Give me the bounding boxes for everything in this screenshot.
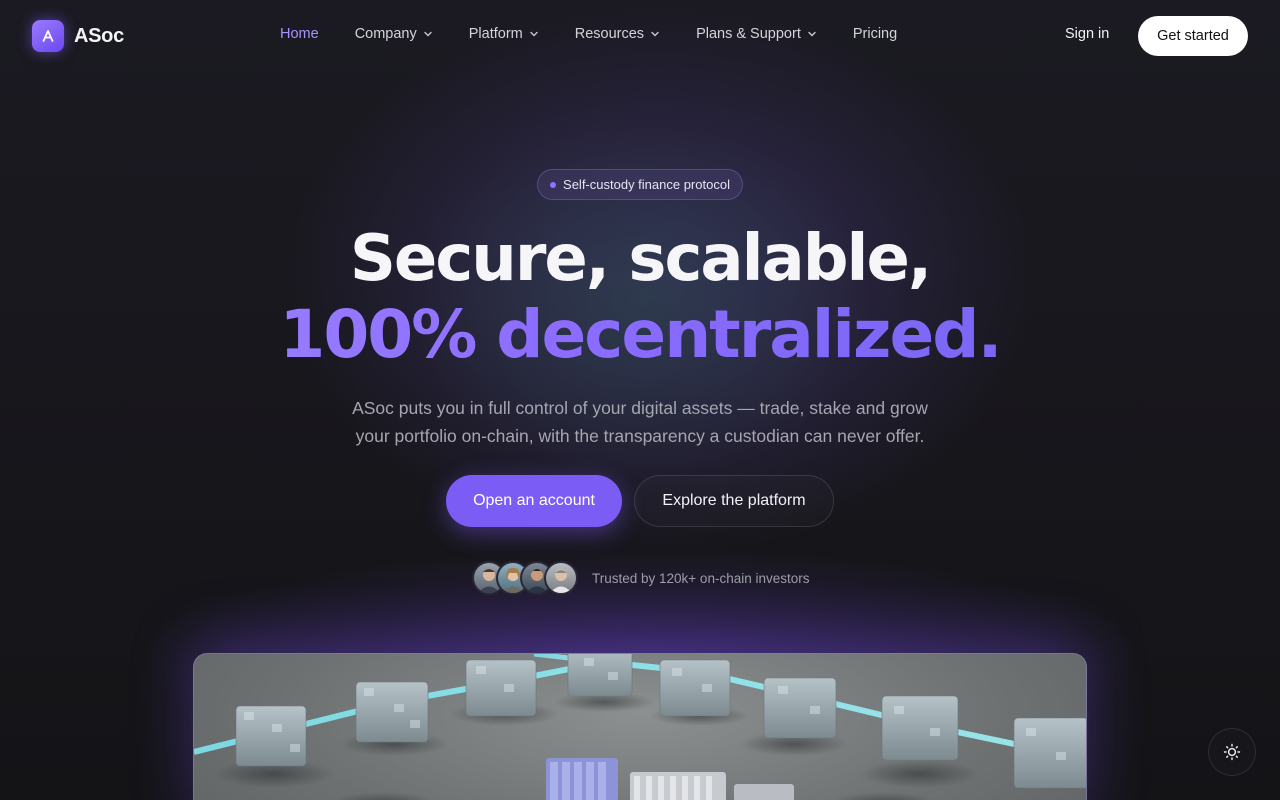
chevron-down-icon bbox=[424, 31, 432, 37]
sun-icon bbox=[1223, 743, 1241, 761]
dot-icon bbox=[550, 181, 557, 188]
chevron-down-icon bbox=[651, 31, 659, 37]
top-navigation: ASoc Home Company Platform Resources Pla… bbox=[0, 0, 1280, 72]
hero-subtitle: ASoc puts you in full control of your di… bbox=[352, 398, 928, 446]
nav-item-label: Platform bbox=[468, 26, 523, 42]
theme-toggle-button[interactable] bbox=[1208, 728, 1256, 776]
sign-in-link[interactable]: Sign in bbox=[1065, 26, 1109, 42]
nav-item-company[interactable]: Company bbox=[355, 26, 433, 42]
a-logo-icon bbox=[32, 20, 64, 52]
nav-item-label: Pricing bbox=[852, 26, 898, 42]
nav-item-resources[interactable]: Resources bbox=[575, 26, 660, 42]
hero-badge: Self-custody finance protocol bbox=[537, 169, 743, 200]
brand-logo[interactable]: ASoc bbox=[32, 20, 124, 52]
main-menu: Home Company Platform Resources Plans & … bbox=[280, 26, 897, 42]
nav-item-home[interactable]: Home bbox=[280, 26, 319, 42]
chevron-down-icon bbox=[530, 31, 538, 37]
avatar-group bbox=[472, 561, 578, 595]
badge-label: Self-custody finance protocol bbox=[563, 177, 730, 192]
blockchain-cubes-illustration bbox=[194, 654, 1086, 800]
social-proof: Trusted by 120k+ on-chain investors bbox=[472, 561, 810, 595]
get-started-button[interactable]: Get started bbox=[1138, 16, 1248, 56]
platform-preview-image bbox=[193, 653, 1087, 800]
explore-platform-button[interactable]: Explore the platform bbox=[634, 475, 834, 527]
hero-title-line1: Secure, scalable, bbox=[349, 222, 932, 296]
nav-item-plans-support[interactable]: Plans & Support bbox=[696, 26, 817, 42]
trust-text: Trusted by 120k+ on-chain investors bbox=[592, 570, 810, 586]
avatar bbox=[544, 561, 578, 595]
nav-item-pricing[interactable]: Pricing bbox=[853, 26, 897, 42]
nav-item-label: Company bbox=[354, 26, 417, 42]
brand-name: ASoc bbox=[74, 24, 124, 47]
nav-item-label: Home bbox=[280, 26, 319, 42]
nav-item-label: Resources bbox=[574, 26, 645, 42]
hero-title-line2: 100% decentralized. bbox=[0, 296, 1280, 373]
nav-item-label: Plans & Support bbox=[696, 26, 801, 42]
nav-item-platform[interactable]: Platform bbox=[469, 26, 539, 42]
open-account-button[interactable]: Open an account bbox=[446, 475, 622, 527]
chevron-down-icon bbox=[808, 31, 816, 37]
